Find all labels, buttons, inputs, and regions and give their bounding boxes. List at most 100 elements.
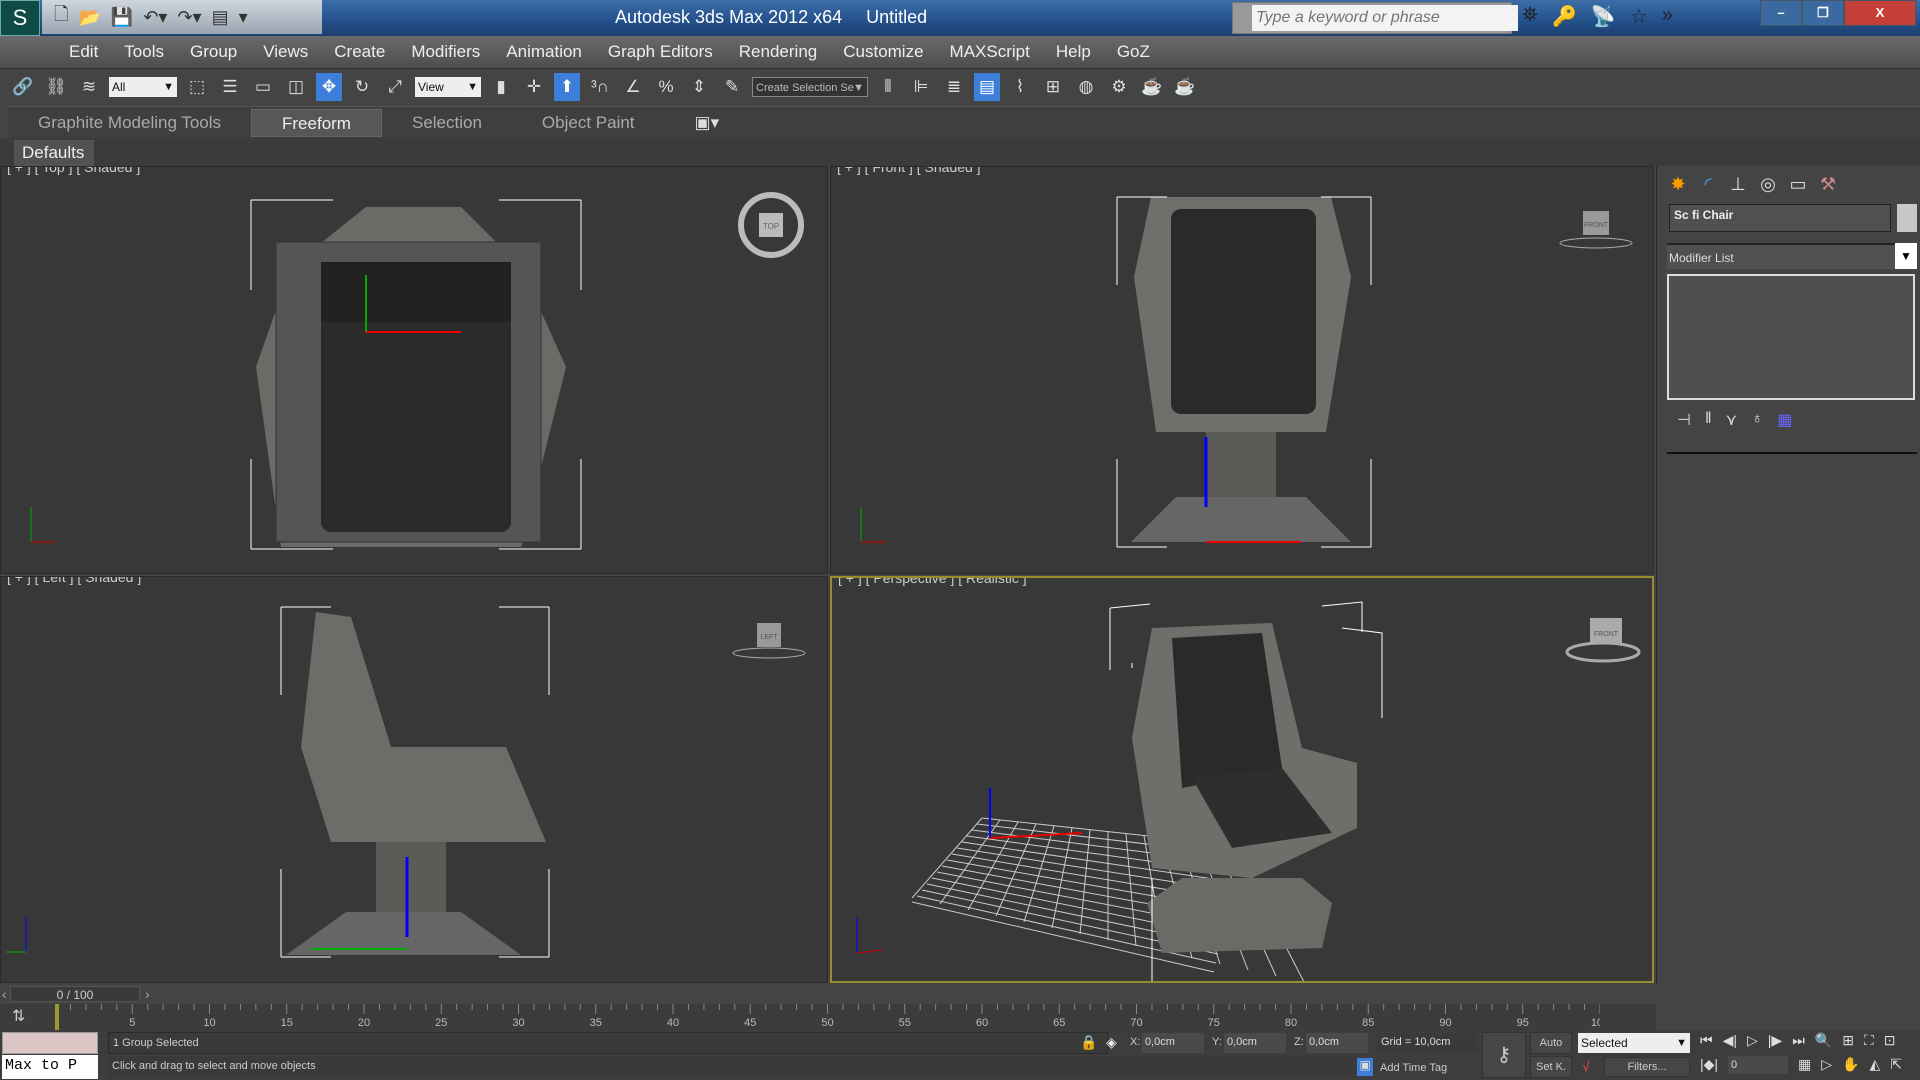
default-tangent-icon[interactable]: √ — [1582, 1058, 1590, 1074]
pan-view-icon[interactable]: ✋ — [1842, 1056, 1859, 1074]
selection-lock-icon[interactable]: 🔒 — [1080, 1034, 1097, 1051]
modifier-list-dropdown[interactable]: Modifier List — [1667, 243, 1917, 269]
search-input[interactable] — [1252, 5, 1518, 31]
key-filters-button[interactable]: Filters... — [1604, 1057, 1690, 1077]
x-coordinate-field[interactable]: 0,0cm — [1142, 1033, 1204, 1053]
utilities-tab-icon[interactable]: ⚒ — [1815, 170, 1841, 198]
reference-coord-dropdown[interactable]: View — [415, 76, 481, 97]
menu-create[interactable]: Create — [321, 42, 398, 62]
menu-animation[interactable]: Animation — [493, 42, 595, 62]
time-slider-thumb[interactable]: 0 / 100 — [10, 986, 140, 1002]
next-frame-button[interactable]: › — [145, 986, 150, 1002]
close-button[interactable]: X — [1844, 0, 1916, 26]
open-file-icon[interactable]: 📂 — [78, 7, 100, 28]
menu-edit[interactable]: Edit — [56, 42, 111, 62]
previous-frame-button[interactable]: ‹ — [2, 986, 7, 1002]
key-icon[interactable]: 🔑 — [1552, 4, 1577, 29]
bind-space-warp-icon[interactable]: ≋ — [76, 73, 102, 101]
menu-maxscript[interactable]: MAXScript — [937, 42, 1043, 62]
key-filter-dropdown[interactable]: Selected — [1578, 1033, 1690, 1053]
tab-freeform[interactable]: Freeform — [251, 108, 382, 137]
select-and-scale-icon[interactable]: ⤢ — [382, 73, 408, 101]
mirror-icon[interactable]: ⫴ — [875, 73, 901, 101]
motion-tab-icon[interactable]: ◎ — [1755, 170, 1781, 198]
current-frame-field[interactable]: 0 — [1728, 1056, 1789, 1074]
redo-icon[interactable]: ↷▾ — [177, 7, 201, 28]
menu-help[interactable]: Help — [1043, 42, 1104, 62]
rectangle-selection-icon[interactable]: ▭ — [250, 73, 276, 101]
next-key-icon[interactable]: |▶ — [1768, 1032, 1782, 1049]
tab-object-paint[interactable]: Object Paint — [512, 109, 665, 137]
play-icon[interactable]: ▷ — [1747, 1032, 1758, 1049]
percent-snap-icon[interactable]: % — [653, 73, 679, 101]
field-of-view-icon[interactable]: ▷ — [1821, 1056, 1832, 1074]
object-color-swatch[interactable] — [1897, 204, 1917, 232]
snaps-toggle-icon[interactable]: ³∩ — [587, 73, 613, 101]
make-unique-icon[interactable]: ⋎ — [1726, 410, 1738, 430]
select-by-name-icon[interactable]: ☰ — [217, 73, 243, 101]
edit-named-selection-icon[interactable]: ✎ — [719, 73, 745, 101]
maximize-button[interactable]: ❐ — [1802, 0, 1844, 26]
chevron-down-icon[interactable]: ▼ — [1895, 243, 1917, 269]
curve-editor-icon[interactable]: ⌇ — [1007, 73, 1033, 101]
absolute-mode-icon[interactable]: ◈ — [1106, 1034, 1117, 1051]
orbit-icon[interactable]: ◭ — [1870, 1056, 1881, 1074]
graphite-toggle-icon[interactable]: ▤ — [974, 72, 1000, 101]
auto-key-button[interactable]: Auto — [1530, 1032, 1572, 1054]
viewport-front[interactable]: [ + ] [ Front ] [ Shaded ] FRONT — [830, 166, 1654, 574]
render-production-icon[interactable]: ☕ — [1172, 73, 1198, 101]
viewport-perspective[interactable]: [ + ] [ Perspective ] [ Realistic ] FRON… — [830, 576, 1654, 983]
menu-graph-editors[interactable]: Graph Editors — [595, 42, 726, 62]
window-crossing-icon[interactable]: ◫ — [283, 73, 309, 101]
schematic-view-icon[interactable]: ⊞ — [1040, 73, 1066, 101]
zoom-extents-icon[interactable]: ⛶ — [1864, 1032, 1874, 1049]
star-icon[interactable]: ☆ — [1630, 4, 1648, 29]
named-selection-dropdown[interactable]: Create Selection Se — [752, 76, 868, 98]
configure-modifier-sets-icon[interactable]: ▦ — [1777, 410, 1792, 430]
menu-customize[interactable]: Customize — [830, 42, 936, 62]
zoom-extents-all-icon[interactable]: ⊡ — [1884, 1032, 1896, 1049]
menu-tools[interactable]: Tools — [111, 42, 177, 62]
manipulate-icon[interactable]: ✛ — [521, 73, 547, 101]
modify-tab-icon[interactable]: ◜ — [1695, 170, 1721, 198]
add-time-tag-button[interactable]: Add Time Tag — [1380, 1062, 1447, 1074]
tab-graphite-modeling-tools[interactable]: Graphite Modeling Tools — [8, 109, 251, 137]
time-tag-icon[interactable]: ▣ — [1357, 1058, 1373, 1076]
go-to-end-icon[interactable]: ⏭ — [1792, 1032, 1805, 1049]
display-tab-icon[interactable]: ▭ — [1785, 170, 1811, 198]
save-icon[interactable]: 💾 — [111, 7, 133, 28]
time-configuration-icon[interactable]: ▦ — [1798, 1056, 1811, 1074]
select-object-icon[interactable]: ⬚ — [184, 73, 210, 101]
satellite-icon[interactable]: 📡 — [1591, 4, 1616, 29]
time-slider[interactable] — [0, 984, 1656, 1004]
menu-goz[interactable]: GoZ — [1104, 42, 1163, 62]
material-editor-icon[interactable]: ◍ — [1073, 73, 1099, 101]
maximize-viewport-icon[interactable]: ⇱ — [1890, 1056, 1902, 1074]
pivot-center-icon[interactable]: ▮ — [488, 73, 514, 101]
link-icon[interactable]: 🔗 — [10, 73, 36, 101]
set-key-icon[interactable]: ⚷ — [1482, 1032, 1526, 1078]
tab-selection[interactable]: Selection — [382, 109, 512, 137]
new-file-icon[interactable]: 🗋 — [54, 2, 68, 32]
select-and-move-icon[interactable]: ✥ — [316, 72, 342, 101]
selection-filter-dropdown[interactable]: All — [109, 76, 177, 97]
key-mode-icon[interactable]: |◆| — [1700, 1056, 1718, 1074]
modifier-stack[interactable] — [1667, 274, 1915, 400]
layer-manager-icon[interactable]: ≣ — [941, 73, 967, 101]
go-to-start-icon[interactable]: ⏮ — [1700, 1032, 1713, 1049]
pin-stack-icon[interactable]: ⊣ — [1677, 410, 1691, 430]
qat-dropdown-icon[interactable]: ▾ — [239, 7, 248, 28]
menu-group[interactable]: Group — [177, 42, 250, 62]
menu-modifiers[interactable]: Modifiers — [398, 42, 493, 62]
zoom-all-icon[interactable]: ⊞ — [1842, 1032, 1854, 1049]
z-coordinate-field[interactable]: 0,0cm — [1306, 1033, 1368, 1053]
expand-icon[interactable]: » — [1662, 4, 1673, 29]
minimize-button[interactable]: – — [1760, 0, 1802, 26]
maxscript-listener-input[interactable]: Max to P — [2, 1055, 98, 1079]
menu-rendering[interactable]: Rendering — [726, 42, 830, 62]
object-name-field[interactable]: Sc fi Chair — [1669, 204, 1891, 232]
spinner-snap-icon[interactable]: ⇕ — [686, 73, 712, 101]
binoculars-icon[interactable]: ⛯ — [1522, 4, 1538, 29]
select-and-rotate-icon[interactable]: ↻ — [349, 73, 375, 101]
angle-snap-icon[interactable]: ∠ — [620, 73, 646, 101]
